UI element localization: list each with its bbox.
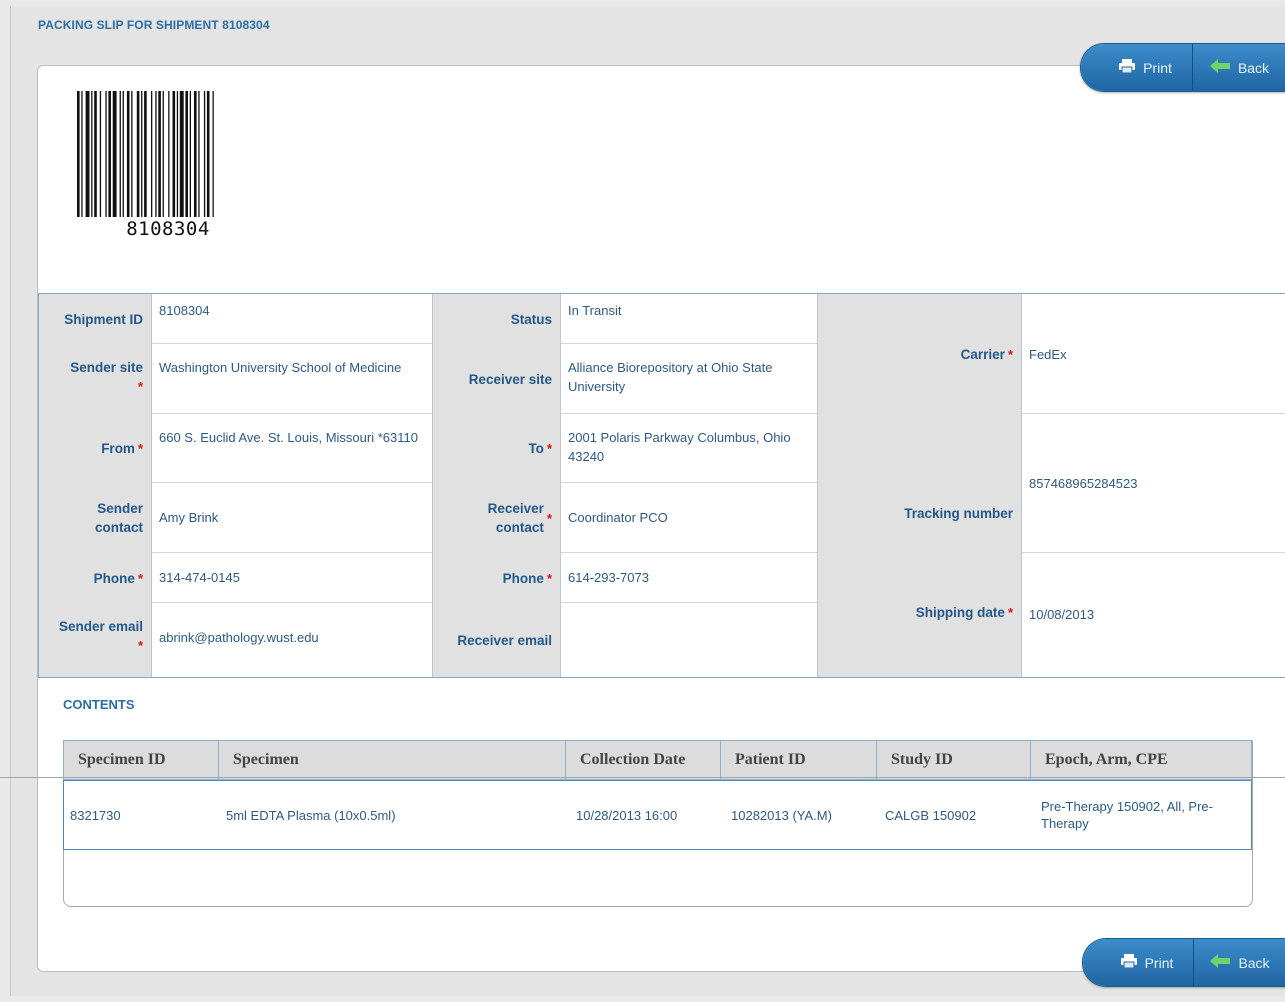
contents-table-header: Specimen ID Specimen Collection Date Pat… xyxy=(63,740,1252,780)
cell-study-id: CALGB 150902 xyxy=(885,807,977,823)
to-label: To * xyxy=(432,414,560,483)
status-label: Status xyxy=(432,294,560,344)
sender-contact-value: Amy Brink xyxy=(151,483,432,553)
tracking-number-label: Tracking number xyxy=(817,414,1021,553)
page-title: PACKING SLIP FOR SHIPMENT 8108304 xyxy=(38,18,270,32)
column-header-collection-date[interactable]: Collection Date xyxy=(566,741,721,779)
cell-patient-id: 10282013 (YA.M) xyxy=(731,807,832,823)
back-label: Back xyxy=(1237,59,1270,76)
from-label: From * xyxy=(39,414,151,483)
back-button[interactable]: Back xyxy=(1193,44,1285,91)
from-value: 660 S. Euclid Ave. St. Louis, Missouri *… xyxy=(151,414,432,483)
contents-title: CONTENTS xyxy=(63,697,135,712)
print-button[interactable]: Print xyxy=(1083,939,1194,986)
to-value: 2001 Polaris Parkway Columbus, Ohio 4324… xyxy=(560,414,817,483)
receiver-contact-value: Coordinator PCO xyxy=(560,483,817,553)
print-button[interactable]: Print xyxy=(1081,44,1193,91)
grid-divider xyxy=(432,294,433,677)
carrier-value: FedEx xyxy=(1021,294,1285,414)
separator-line xyxy=(0,777,1285,778)
grid-divider xyxy=(151,294,152,677)
column-header-epoch-arm-cpe[interactable]: Epoch, Arm, CPE xyxy=(1031,741,1251,779)
print-label: Print xyxy=(1143,59,1172,76)
receiver-email-label: Receiver email xyxy=(432,603,560,677)
tracking-number-value: 857468965284523 xyxy=(1021,414,1285,553)
sender-site-label: Sender site * xyxy=(39,344,151,414)
printer-icon xyxy=(1119,59,1136,76)
receiver-site-label: Receiver site xyxy=(432,344,560,414)
carrier-label: Carrier * xyxy=(817,294,1021,414)
barcode-number: 8108304 xyxy=(126,218,210,240)
bottom-action-group: Print Back xyxy=(1082,938,1285,987)
column-header-specimen[interactable]: Specimen xyxy=(219,741,566,779)
back-label: Back xyxy=(1238,954,1270,971)
back-button[interactable]: Back xyxy=(1194,939,1285,986)
sender-phone-value: 314-474-0145 xyxy=(151,553,432,603)
status-value: In Transit xyxy=(560,294,817,344)
sender-phone-label: Phone * xyxy=(39,553,151,603)
cell-collection-date: 10/28/2013 16:00 xyxy=(576,807,678,823)
grid-divider xyxy=(1021,294,1022,677)
sender-email-label: Sender email * xyxy=(39,603,151,677)
shipping-date-value: 10/08/2013 xyxy=(1021,553,1285,677)
cell-specimen-id: 8321730 xyxy=(70,807,121,823)
cell-epoch-arm-cpe: Pre-Therapy 150902, All, Pre-Therapy xyxy=(1041,799,1213,831)
printer-icon xyxy=(1120,954,1137,971)
column-header-study-id[interactable]: Study ID xyxy=(877,741,1031,779)
top-action-group: Print Back xyxy=(1080,43,1285,92)
receiver-phone-label: Phone * xyxy=(432,553,560,603)
arrow-left-icon xyxy=(1209,59,1230,76)
sender-site-value: Washington University School of Medicine xyxy=(151,344,432,414)
shipment-info-grid: Shipment ID Sender site * From * Sender co… xyxy=(38,293,1285,678)
column-header-patient-id[interactable]: Patient ID xyxy=(721,741,877,779)
barcode-image xyxy=(77,91,214,217)
arrow-left-icon xyxy=(1210,954,1231,971)
receiver-phone-value: 614-293-7073 xyxy=(560,553,817,603)
table-row[interactable]: 8321730 5ml EDTA Plasma (10x0.5ml) 10/28… xyxy=(63,780,1252,850)
sender-contact-label: Sender contact xyxy=(39,483,151,553)
sender-email-value: abrink@pathology.wust.edu xyxy=(151,603,432,677)
receiver-contact-label: Receiver contact * xyxy=(432,483,560,553)
grid-divider xyxy=(560,294,561,677)
cell-specimen: 5ml EDTA Plasma (10x0.5ml) xyxy=(226,807,396,823)
shipment-id-value: 8108304 xyxy=(151,294,432,344)
grid-divider xyxy=(817,294,818,677)
shipping-date-label: Shipping date * xyxy=(817,553,1021,677)
receiver-site-value: Alliance Biorepository at Ohio State Uni… xyxy=(560,344,817,414)
receiver-email-value xyxy=(560,603,817,677)
print-label: Print xyxy=(1144,954,1174,971)
shipment-id-label: Shipment ID xyxy=(39,294,151,344)
column-header-specimen-id[interactable]: Specimen ID xyxy=(64,741,219,779)
